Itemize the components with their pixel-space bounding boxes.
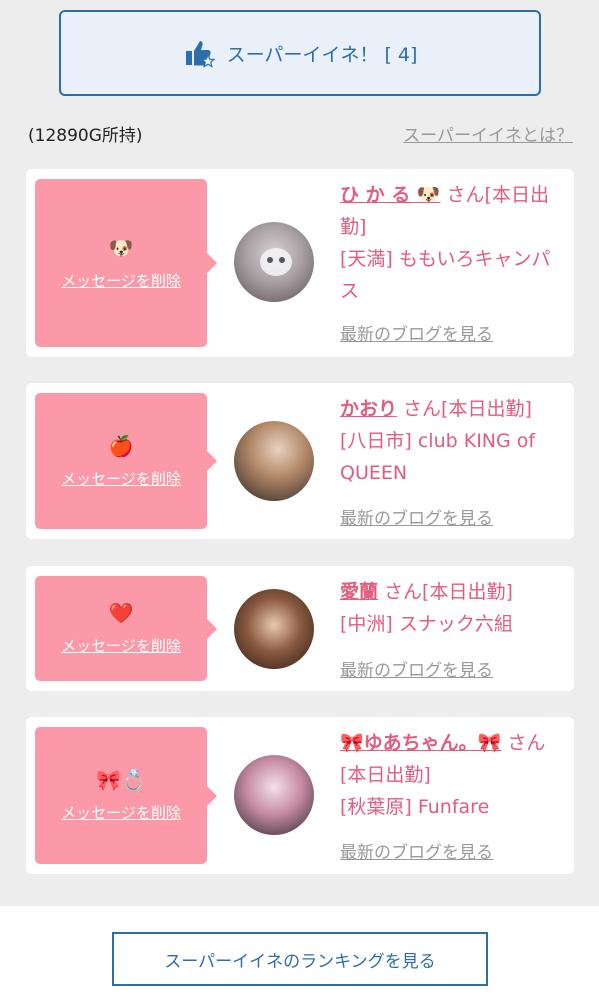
latest-blog-link[interactable]: 最新のブログを見る [340,504,493,529]
cast-info: 愛蘭 さん[本日出勤] [中洲] スナック六組 [340,576,565,640]
super-like-button[interactable]: スーパーイイネ！ [ 4] [59,10,541,96]
cast-info: ひ か る 🐶 さん[本日出勤] [天満] ももいろキャンパス [340,179,565,307]
cast-info: 🎀ゆあちゃん。🎀 さん[本日出勤] [秋葉原] Funfare [340,727,565,823]
message-bubble: ❤️ メッセージを削除 [35,576,217,681]
message-bubble: 🐶 メッセージを削除 [35,179,217,347]
what-is-super-like-link[interactable]: スーパーイイネとは？ [403,121,573,146]
shop-name: [秋葉原] Funfare [340,796,490,818]
cast-name[interactable]: 愛蘭 [340,581,378,603]
message-card: 🍎 メッセージを削除 かおり さん[本日出勤] [八日市] club KING … [26,383,574,539]
avatar[interactable] [234,222,314,302]
message-emoji: 🎀💍 [96,768,146,792]
delete-message-link[interactable]: メッセージを削除 [61,635,181,656]
points-balance: (12890G所持) [28,126,143,146]
thumbs-up-star-icon [185,41,215,68]
delete-message-link[interactable]: メッセージを削除 [61,270,181,291]
message-emoji: 🐶 [108,235,134,260]
footer-area: スーパーイイネのランキングを見る [0,906,599,1000]
message-bubble: 🎀💍 メッセージを削除 [35,727,217,864]
message-card: ❤️ メッセージを削除 愛蘭 さん[本日出勤] [中洲] スナック六組 最新のブ… [26,566,574,691]
cast-name[interactable]: ひ か る 🐶 [340,184,441,206]
message-emoji: ❤️ [108,601,134,625]
avatar[interactable] [234,755,314,835]
message-card: 🐶 メッセージを削除 ひ か る 🐶 さん[本日出勤] [天満] ももいろキャン… [26,169,574,357]
cast-status: さん[本日出勤] [397,398,532,420]
message-card: 🎀💍 メッセージを削除 🎀ゆあちゃん。🎀 さん[本日出勤] [秋葉原] Funf… [26,717,574,874]
delete-message-link[interactable]: メッセージを削除 [61,802,181,823]
latest-blog-link[interactable]: 最新のブログを見る [340,656,493,681]
message-emoji: 🍎 [108,433,134,458]
cast-status: さん[本日出勤] [378,581,513,603]
message-bubble: 🍎 メッセージを削除 [35,393,217,529]
shop-name: [天満] ももいろキャンパス [340,248,551,302]
cast-info: かおり さん[本日出勤] [八日市] club KING of QUEEN [340,393,565,489]
ranking-button[interactable]: スーパーイイネのランキングを見る [112,932,488,986]
delete-message-link[interactable]: メッセージを削除 [61,468,181,489]
avatar[interactable] [234,589,314,669]
latest-blog-link[interactable]: 最新のブログを見る [340,320,493,345]
shop-name: [中洲] スナック六組 [340,613,513,635]
cast-name[interactable]: かおり [340,398,397,420]
latest-blog-link[interactable]: 最新のブログを見る [340,838,493,863]
super-like-label: スーパーイイネ！ [ 4] [226,43,418,66]
cast-name[interactable]: 🎀ゆあちゃん。🎀 [340,732,501,754]
shop-name: [八日市] club KING of QUEEN [340,430,536,484]
avatar[interactable] [234,421,314,501]
